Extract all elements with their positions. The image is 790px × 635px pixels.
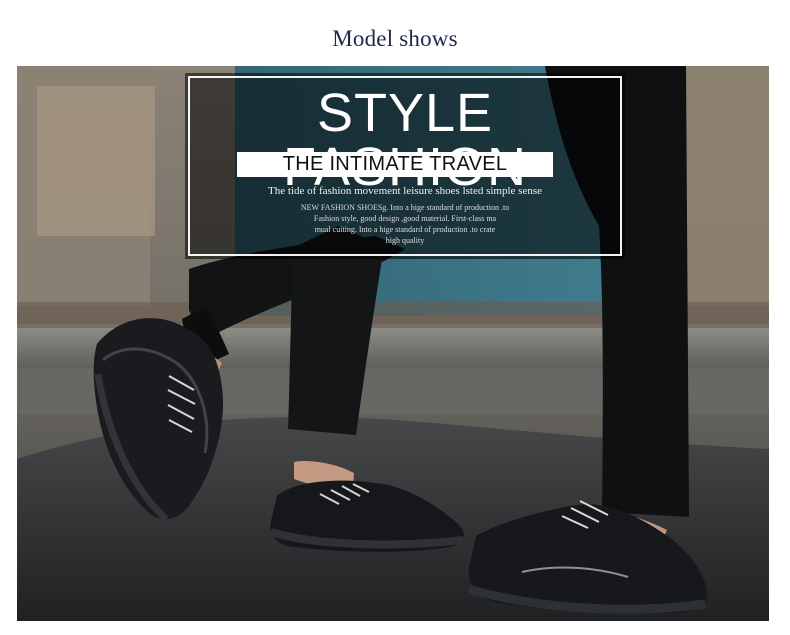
model-photo: STYLE FASHION THE INTIMATE TRAVEL The ti…: [17, 66, 769, 621]
overlay-small-line: Fashion style, good design ,good materia…: [313, 214, 497, 223]
overlay-small-line: NEW FASHION SHOESg. Into a hige standard…: [300, 203, 510, 212]
overlay-small-copy: NEW FASHION SHOESg. Into a hige standard…: [190, 202, 620, 246]
fashion-overlay: STYLE FASHION THE INTIMATE TRAVEL The ti…: [185, 73, 625, 259]
section-header: Model shows: [0, 0, 790, 66]
overlay-sense-line: The tide of fashion movement leisure sho…: [267, 185, 543, 197]
product-page: Model shows STYLE THE INTIMATE TRAVEL Th…: [0, 0, 790, 635]
overlay-small-line: mual cuiting. Into a hige standard of pr…: [314, 225, 496, 234]
fashion-shoes-photo: STYLE FASHION THE INTIMATE TRAVEL The ti…: [17, 66, 769, 621]
overlay-small-line: high quality: [385, 236, 425, 245]
overlay-subtitle: THE INTIMATE TRAVEL: [237, 152, 553, 177]
overlay-title: STYLE FASHION: [283, 83, 526, 194]
page-title: Model shows: [332, 26, 458, 51]
